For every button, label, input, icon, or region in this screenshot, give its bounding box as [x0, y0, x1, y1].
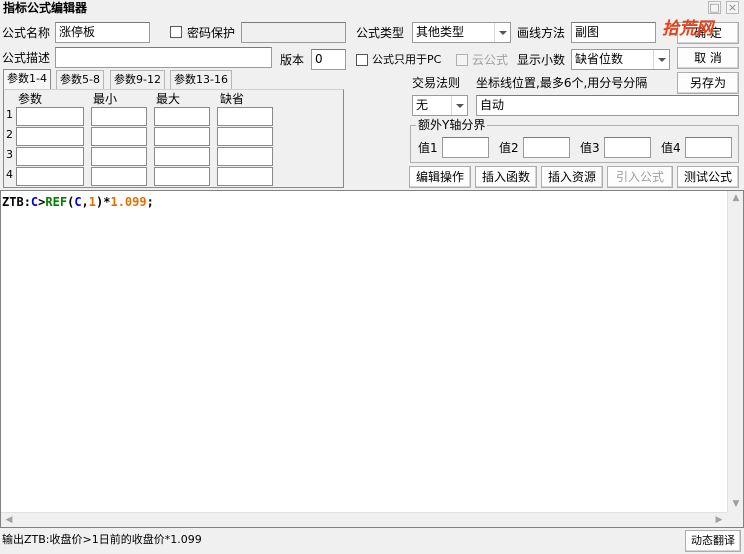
row-number: 3	[6, 148, 13, 161]
trade-select[interactable]: 无	[412, 95, 468, 116]
param-default-3[interactable]	[217, 147, 273, 166]
draw-input[interactable]: 副图	[571, 22, 656, 43]
code-token: ;	[146, 195, 154, 209]
name-input[interactable]: 涨停板	[55, 22, 150, 43]
coord-label: 坐标线位置,最多6个,用分号分隔	[476, 76, 648, 90]
coord-input[interactable]: 自动	[476, 95, 739, 116]
param-name-4[interactable]	[16, 167, 84, 186]
title-bar	[0, 0, 744, 16]
row-number: 1	[6, 108, 13, 121]
yaxis-label-2: 值2	[499, 141, 519, 155]
param-name-1[interactable]	[16, 107, 84, 126]
code-token: C	[74, 195, 82, 209]
yaxis-group-title: 额外Y轴分界	[416, 118, 488, 132]
password-input[interactable]	[241, 22, 346, 43]
param-min-1[interactable]	[91, 107, 147, 126]
param-max-1[interactable]	[154, 107, 210, 126]
param-min-4[interactable]	[91, 167, 147, 186]
decimal-select[interactable]: 缺省位数	[571, 49, 670, 70]
param-min-3[interactable]	[91, 147, 147, 166]
param-name-3[interactable]	[16, 147, 84, 166]
param-name-2[interactable]	[16, 127, 84, 146]
save-as-button[interactable]: 另存为	[677, 72, 739, 94]
type-select-value: 其他类型	[416, 25, 465, 39]
code-token: ZTB	[2, 195, 24, 209]
param-header: 参数	[18, 92, 43, 106]
param-max-2[interactable]	[154, 127, 210, 146]
yaxis-value-4[interactable]	[685, 137, 732, 158]
pc-only-label: 公式只用于PC	[372, 53, 442, 66]
code-token: )*	[96, 195, 111, 209]
code-token: :	[23, 195, 31, 209]
tab-params-1-4[interactable]: 参数1-4	[3, 69, 51, 90]
version-input[interactable]: 0	[311, 49, 346, 70]
close-button[interactable]: ×	[726, 1, 739, 14]
watermark-logo: 拾荒网	[662, 19, 713, 39]
horizontal-scrollbar[interactable]: ◀ ▶	[1, 512, 727, 527]
type-label: 公式类型	[356, 26, 405, 40]
draw-label: 画线方法	[517, 26, 566, 40]
cancel-button[interactable]: 取 消	[677, 47, 739, 69]
tab-params-5-8[interactable]: 参数5-8	[56, 70, 104, 89]
scroll-down-icon[interactable]: ▼	[728, 497, 744, 512]
import-formula-button[interactable]: 引入公式	[607, 166, 673, 188]
cloud-label: 云公式	[472, 53, 509, 67]
maximize-button[interactable]: □	[708, 1, 721, 14]
code-token: ,	[81, 195, 89, 209]
code-token: 1.099	[110, 195, 147, 209]
insert-function-button[interactable]: 插入函数	[475, 166, 537, 188]
pc-only-checkbox[interactable]	[356, 54, 368, 66]
name-label: 公式名称	[2, 26, 51, 40]
row-number: 4	[6, 168, 13, 181]
chevron-down-icon	[653, 50, 669, 69]
scroll-up-icon[interactable]: ▲	[728, 191, 744, 206]
version-label: 版本	[280, 53, 305, 67]
password-checkbox[interactable]	[170, 26, 182, 38]
code-editor[interactable]	[0, 190, 744, 528]
tab-params-9-12[interactable]: 参数9-12	[110, 70, 165, 89]
row-number: 2	[6, 128, 13, 141]
min-header: 最小	[93, 92, 118, 106]
param-default-1[interactable]	[217, 107, 273, 126]
yaxis-value-3[interactable]	[604, 137, 651, 158]
dynamic-translate-button[interactable]: 动态翻译	[685, 530, 741, 552]
cloud-checkbox[interactable]	[456, 54, 468, 66]
param-max-4[interactable]	[154, 167, 210, 186]
status-text: 输出ZTB:收盘价>1日前的收盘价*1.099	[2, 533, 202, 546]
insert-resource-button[interactable]: 插入资源	[541, 166, 603, 188]
yaxis-value-1[interactable]	[442, 137, 489, 158]
chevron-down-icon	[494, 23, 510, 42]
yaxis-label-4: 值4	[661, 141, 681, 155]
type-select[interactable]: 其他类型	[412, 22, 511, 43]
trade-label: 交易法则	[412, 76, 461, 90]
yaxis-value-2[interactable]	[523, 137, 570, 158]
tab-params-13-16[interactable]: 参数13-16	[170, 70, 232, 89]
decimal-select-value: 缺省位数	[575, 52, 624, 66]
desc-input[interactable]	[55, 47, 272, 68]
chevron-down-icon	[451, 96, 467, 115]
vertical-scrollbar[interactable]: ▲ ▼	[727, 191, 743, 512]
trade-select-value: 无	[416, 98, 429, 112]
edit-ops-button[interactable]: 编辑操作	[409, 166, 471, 188]
param-max-3[interactable]	[154, 147, 210, 166]
scroll-left-icon[interactable]: ◀	[1, 513, 17, 528]
param-default-4[interactable]	[217, 167, 273, 186]
decimal-label: 显示小数	[517, 53, 566, 67]
yaxis-label-3: 值3	[580, 141, 600, 155]
desc-label: 公式描述	[2, 51, 51, 65]
password-label: 密码保护	[187, 26, 236, 40]
yaxis-label-1: 值1	[418, 141, 438, 155]
test-formula-button[interactable]: 测试公式	[677, 166, 739, 188]
code-token: REF	[45, 195, 68, 209]
window-title: 指标公式编辑器	[3, 1, 88, 15]
param-min-2[interactable]	[91, 127, 147, 146]
default-header: 缺省	[220, 92, 245, 106]
code-token: 1	[88, 195, 97, 209]
scroll-right-icon[interactable]: ▶	[711, 513, 727, 528]
code-line: ZTB:C>REF(C,1)*1.099;	[2, 194, 154, 210]
scroll-corner	[727, 512, 743, 527]
max-header: 最大	[156, 92, 181, 106]
param-default-2[interactable]	[217, 127, 273, 146]
